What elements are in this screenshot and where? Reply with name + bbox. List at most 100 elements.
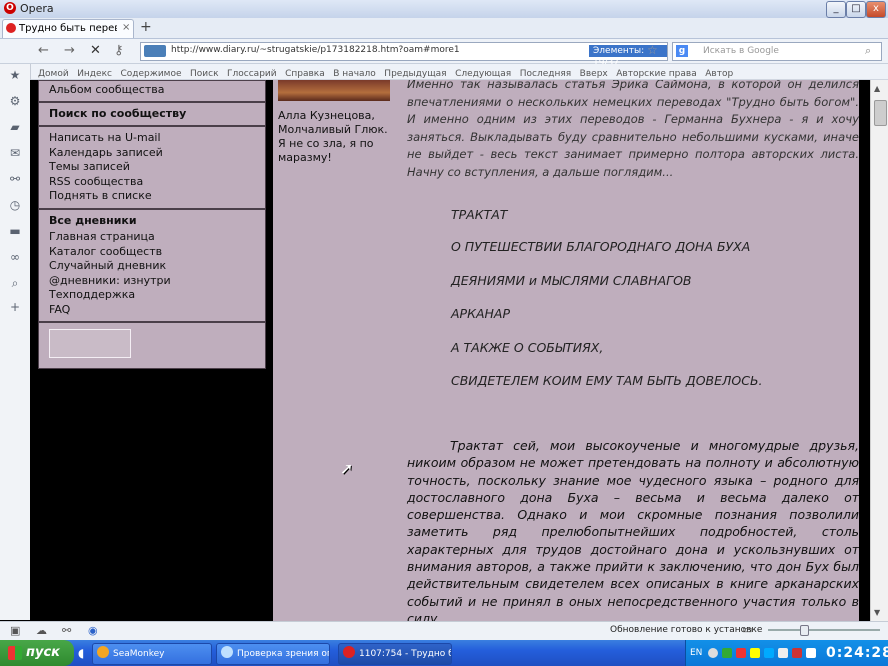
zoom-slider-handle[interactable]	[800, 625, 809, 636]
key-icon[interactable]: ⚷	[114, 43, 124, 58]
tray-icon-3[interactable]	[736, 648, 746, 658]
sidebar-item-album[interactable]: Альбом сообщества	[49, 83, 255, 98]
vertical-scrollbar[interactable]: ▲ ▼	[870, 80, 888, 621]
tab-active[interactable]: Трудно быть переводч... ×	[2, 19, 134, 38]
author-column: Алла Кузнецова, Молчаливый Глюк. Я не со…	[273, 80, 393, 621]
sidebar-item-calendar[interactable]: Календарь записей	[49, 146, 255, 161]
sidebar-item-catalog[interactable]: Каталог сообществ	[49, 245, 255, 260]
navigation-bar: ← → ✕ ⚷ http://www.diary.ru/~strugatskie…	[0, 39, 888, 68]
turbo-icon[interactable]: ◉	[88, 624, 98, 637]
page-border	[859, 80, 870, 621]
article-content: Именно так называлась статья Эрика Саймо…	[393, 80, 859, 621]
history-clock-icon[interactable]: ◷	[8, 198, 22, 212]
sidebar-item-home[interactable]: Главная страница	[49, 230, 255, 245]
widgets-gear-icon[interactable]: ⚙	[8, 94, 22, 108]
maximize-button[interactable]: □	[846, 1, 866, 18]
taskbar-item-vision-test[interactable]: Проверка зрения оп...	[216, 643, 330, 665]
add-panel-icon[interactable]: +	[8, 300, 22, 314]
search-panel-icon[interactable]: ⌕	[8, 276, 22, 291]
notes-icon[interactable]: ▰	[8, 120, 22, 134]
nav-link-up[interactable]: Вверх	[580, 69, 608, 79]
search-field[interactable]: g Искать в Google ⌕	[672, 42, 882, 61]
bookmark-star-icon[interactable]: ☆	[647, 43, 658, 57]
sidebar-item-raise[interactable]: Поднять в списке	[49, 189, 255, 204]
nav-link-copyright[interactable]: Авторские права	[616, 69, 697, 79]
author-caption: Алла Кузнецова, Молчаливый Глюк. Я не со…	[278, 109, 388, 164]
scroll-up-icon[interactable]: ▲	[874, 84, 880, 93]
tray-icon-1[interactable]	[708, 648, 718, 658]
language-indicator[interactable]: EN	[690, 648, 702, 658]
zoom-slider[interactable]	[768, 629, 880, 631]
tray-icon-7[interactable]	[792, 648, 802, 658]
nav-link-index[interactable]: Индекс	[77, 69, 112, 79]
mouse-cursor-icon: ➚	[340, 459, 354, 478]
treatise-title-line: ДЕЯНИЯМИ и МЫСЛЯМИ СЛАВНАГОВ	[451, 273, 692, 288]
treatise-title-line: А ТАКЖЕ О СОБЫТИЯХ,	[451, 340, 604, 355]
links-icon[interactable]: ∞	[8, 250, 22, 264]
contacts-icon[interactable]: ⚯	[8, 172, 22, 186]
sidebar-item-random[interactable]: Случайный дневник	[49, 259, 255, 274]
treatise-title-line: О ПУТЕШЕСТВИИ БЛАГОРОДНАГО ДОНА БУХА	[451, 239, 751, 254]
title-bar: O Opera _ □ x	[0, 0, 888, 19]
address-bar[interactable]: http://www.diary.ru/~strugatskie/p173182…	[140, 42, 668, 68]
start-button[interactable]: пуск	[0, 640, 74, 666]
nav-link-search[interactable]: Поиск	[190, 69, 219, 79]
tray-icon-5[interactable]	[764, 648, 774, 658]
site-favicon-icon	[6, 23, 16, 33]
tab-bar: Трудно быть переводч... × +	[0, 18, 888, 39]
tray-icon-2[interactable]	[722, 648, 732, 658]
scroll-down-icon[interactable]: ▼	[874, 608, 880, 617]
google-icon[interactable]: g	[676, 45, 688, 57]
stop-icon[interactable]: ✕	[90, 43, 101, 58]
sidebar-diaries-heading: Все дневники	[49, 213, 137, 227]
bookmarks-star-icon[interactable]: ★	[8, 68, 22, 82]
nav-link-contents[interactable]: Содержимое	[120, 69, 181, 79]
nav-link-home[interactable]: Домой	[38, 69, 69, 79]
author-avatar[interactable]	[278, 80, 390, 101]
community-sidebar: Альбом сообщества Поиск по сообществу На…	[38, 80, 266, 369]
nav-link-help[interactable]: Справка	[285, 69, 325, 79]
tray-icon-6[interactable]	[778, 648, 788, 658]
scroll-thumb[interactable]	[874, 100, 887, 126]
nav-link-glossary[interactable]: Глоссарий	[227, 69, 277, 79]
new-tab-button[interactable]: +	[140, 19, 152, 35]
status-bar: ▣ ☁ ⚯ ◉ Обновление готово к установке ▭	[0, 621, 888, 640]
opera-logo-icon[interactable]: O	[4, 2, 16, 14]
cloud-icon[interactable]: ☁	[36, 624, 47, 637]
taskbar-item-seamonkey[interactable]: SeaMonkey	[92, 643, 212, 665]
opera-taskbar-icon	[343, 646, 355, 658]
ie-icon	[221, 646, 233, 658]
sidebar-search-input[interactable]	[49, 329, 131, 358]
nav-link-author[interactable]: Автор	[705, 69, 733, 79]
sidebar-item-rss[interactable]: RSS сообщества	[49, 175, 255, 190]
nav-link-next[interactable]: Следующая	[455, 69, 511, 79]
sidebar-search-heading[interactable]: Поиск по сообществу	[49, 107, 255, 122]
tray-icon-4[interactable]	[750, 648, 760, 658]
nav-link-start[interactable]: В начало	[333, 69, 376, 79]
tab-close-icon[interactable]: ×	[122, 22, 130, 33]
navigation-links-bar: Домой Индекс Содержимое Поиск Глоссарий …	[30, 64, 888, 80]
quicklaunch-icon[interactable]: ◖	[78, 646, 84, 660]
search-icon[interactable]: ⌕	[865, 44, 871, 58]
sidebar-item-umail[interactable]: Написать на U-mail	[49, 131, 255, 146]
sidebar-item-faq[interactable]: FAQ	[49, 303, 255, 318]
back-icon[interactable]: ←	[38, 43, 49, 58]
close-button[interactable]: x	[866, 1, 886, 18]
site-info-icon[interactable]	[144, 45, 166, 57]
update-status-text[interactable]: Обновление готово к установке	[610, 625, 762, 635]
panels-icon[interactable]: ▬	[8, 224, 22, 238]
taskbar-item-opera-active[interactable]: 1107:754 - Трудно б...	[338, 643, 452, 665]
panel-toggle-icon[interactable]: ▣	[10, 624, 20, 637]
volume-icon[interactable]	[806, 648, 816, 658]
sidebar-item-inside[interactable]: @дневники: изнутри	[49, 274, 255, 289]
nav-link-last[interactable]: Последняя	[520, 69, 571, 79]
sidebar-item-support[interactable]: Техподдержка	[49, 288, 255, 303]
clock[interactable]: 0:24:28	[826, 645, 888, 661]
mail-icon[interactable]: ✉	[8, 146, 22, 160]
sidebar-item-topics[interactable]: Темы записей	[49, 160, 255, 175]
view-icon[interactable]: ▭	[742, 623, 752, 636]
minimize-button[interactable]: _	[826, 1, 846, 18]
nav-link-previous[interactable]: Предыдущая	[384, 69, 446, 79]
forward-icon[interactable]: →	[64, 43, 75, 58]
unite-icon[interactable]: ⚯	[62, 624, 71, 637]
